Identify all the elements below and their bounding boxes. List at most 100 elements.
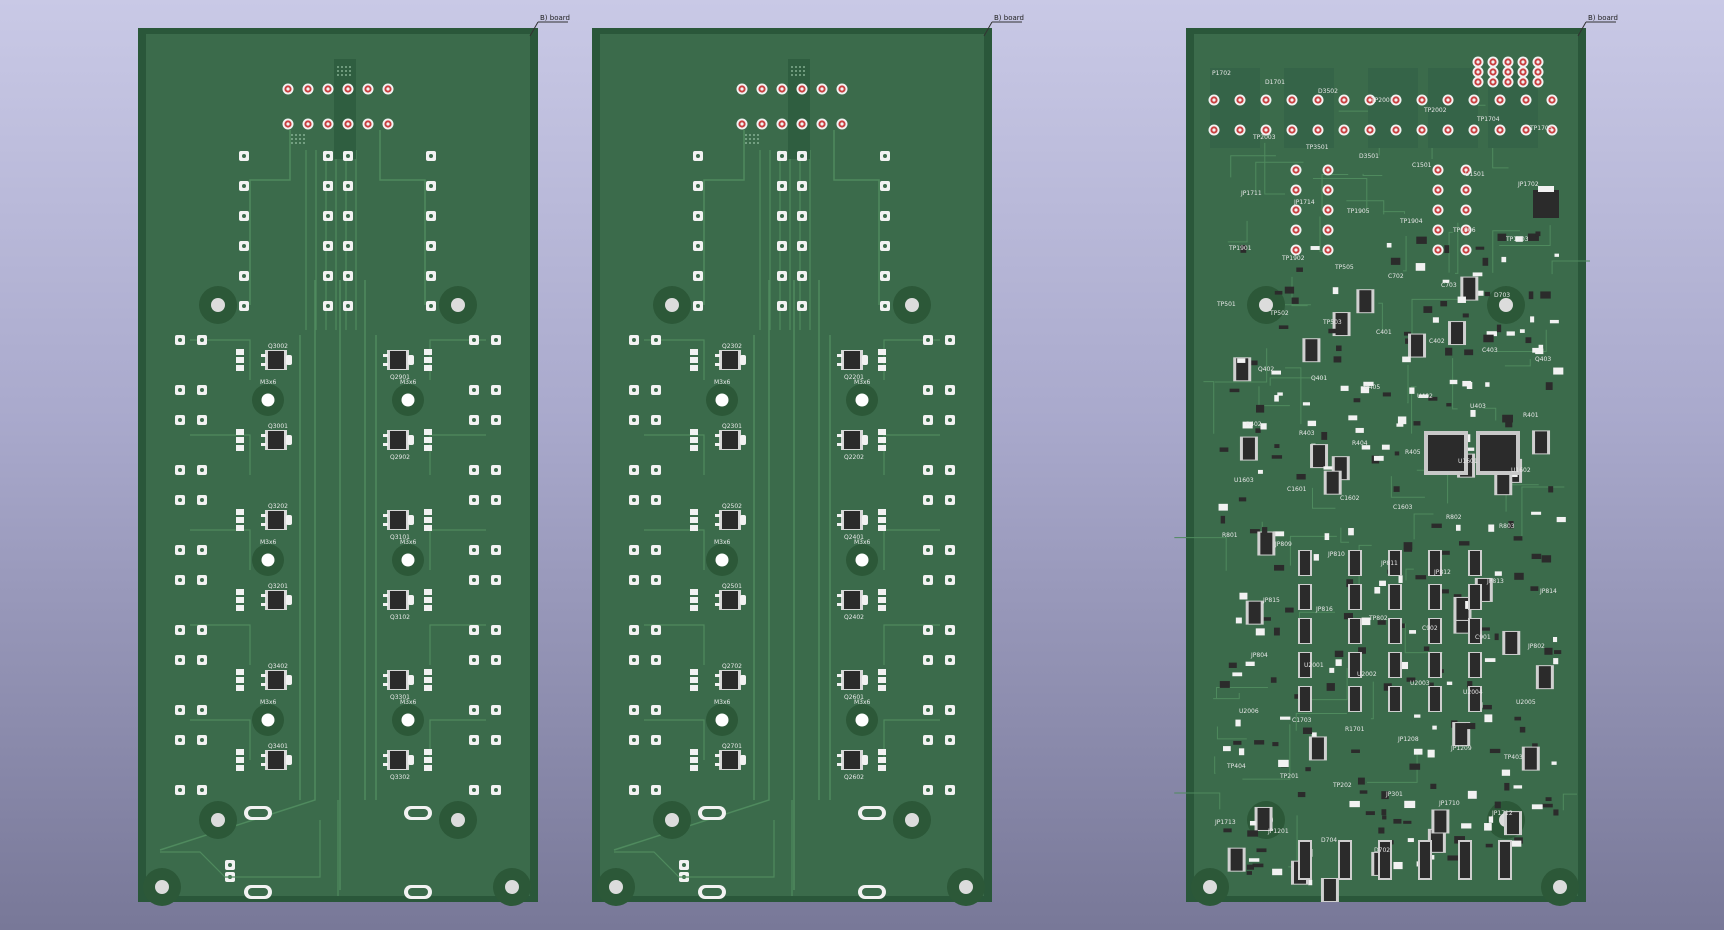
fiducial-dot [345, 70, 347, 72]
smd-component [1349, 800, 1360, 808]
via-hole [494, 498, 498, 502]
th-pad-hole [780, 122, 784, 126]
via-hole [429, 154, 433, 158]
smd-component [1255, 428, 1261, 433]
mount-hole [155, 880, 169, 894]
fiducial-dot [291, 138, 293, 140]
smd-component [1274, 444, 1280, 449]
mount-label: M3x6 [854, 699, 871, 706]
smd-pad [878, 677, 886, 683]
pcb-board-board-1[interactable]: B) boardQ3002Q2901Q3001Q2902Q3202Q3101Q3… [138, 14, 570, 906]
via-hole [472, 498, 476, 502]
transistor-ref: Q2202 [844, 454, 864, 461]
component-ref: TP2001 [1370, 97, 1394, 104]
component-ref: JP810 [1327, 551, 1345, 558]
component-ref: TP3501 [1305, 144, 1329, 151]
smd-component [1393, 818, 1402, 824]
ic-body [1323, 879, 1336, 902]
smd-pad [878, 589, 886, 595]
transistor-lead [383, 754, 388, 757]
smd-component [1273, 627, 1280, 636]
smd-component [1505, 422, 1513, 428]
pcb-board-board-2[interactable]: B) boardQ2302Q2201Q2301Q2202Q2502Q2401Q2… [592, 14, 1024, 906]
connector-footprint [334, 59, 356, 159]
smd-component [1423, 646, 1430, 651]
transistor-lead [383, 354, 388, 357]
transistor-tab [408, 755, 414, 765]
via-hole [429, 184, 433, 188]
via-hole [200, 628, 204, 632]
via-hole [242, 244, 246, 248]
smd-component [1532, 347, 1542, 353]
smd-component [1403, 547, 1413, 552]
via-hole [948, 788, 952, 792]
smd-component [1313, 554, 1319, 561]
via-hole [926, 738, 930, 742]
via-hole [654, 548, 658, 552]
transistor-body [390, 431, 406, 449]
smd-component [1332, 287, 1339, 295]
ic-body [1390, 653, 1400, 677]
transistor-lead [837, 594, 842, 597]
smd-component [1246, 871, 1253, 875]
via-hole [178, 548, 182, 552]
smd-component [1219, 447, 1229, 452]
transistor-tab [862, 355, 868, 365]
component-ref: C1501 [1412, 162, 1432, 169]
component-ref: TP501 [1216, 301, 1236, 308]
board-edge-label: B) board [1588, 14, 1618, 22]
smd-component [1348, 528, 1354, 536]
via-hole [200, 388, 204, 392]
smd-component [1272, 868, 1283, 876]
smd-component [1457, 296, 1466, 303]
transistor-ref: Q3102 [390, 614, 410, 621]
pcb-board-board-3[interactable]: B) board P1702 D1701 D3502 TP2001 TP2002 TP170… [1174, 14, 1618, 906]
component-ref: Q403 [1535, 356, 1551, 363]
transistor-lead [383, 514, 388, 517]
component-ref: TP1903 [1505, 236, 1529, 243]
transistor-lead [261, 363, 266, 366]
smd-component [1554, 650, 1562, 654]
smd-pad [690, 445, 698, 451]
component-ref: TP802 [1368, 615, 1388, 622]
pcb-scene[interactable]: B) boardQ3002Q2901Q3001Q2902Q3202Q3101Q3… [0, 0, 1724, 930]
smd-pad [236, 589, 244, 595]
component-ref: D3502 [1318, 88, 1338, 95]
smd-component [1519, 726, 1526, 733]
smd-component [1488, 816, 1494, 823]
component-ref: R402 [1246, 421, 1262, 428]
component-ref: C901 [1475, 634, 1491, 641]
smd-pad [236, 757, 244, 763]
component-ref: JP1714 [1293, 199, 1315, 206]
slot-hole [248, 809, 268, 817]
smd-pad [878, 525, 886, 531]
component-ref: JP1711 [1240, 190, 1262, 197]
th-pad-hole [386, 87, 390, 91]
smd-pad [236, 677, 244, 683]
transistor-tab [286, 595, 292, 605]
smd-component [1481, 627, 1490, 631]
transistor-tab [408, 435, 414, 445]
fiducial-dot [799, 74, 801, 76]
smd-component [1335, 659, 1342, 666]
component-ref: JP804 [1250, 652, 1268, 659]
ic-body [1430, 585, 1440, 609]
fiducial-dot [791, 70, 793, 72]
via-hole [178, 418, 182, 422]
fiducial-dot [299, 142, 301, 144]
mount-label: M3x6 [400, 699, 417, 706]
smd-component [1466, 381, 1473, 390]
th-pad-hole [1238, 98, 1242, 102]
ic-body [1340, 842, 1350, 878]
th-pad-hole [1498, 128, 1502, 132]
transistor-lead [383, 443, 388, 446]
smd-component [1401, 661, 1409, 670]
component-ref: D1701 [1265, 79, 1285, 86]
transistor-tab [286, 355, 292, 365]
3d-viewer-canvas[interactable]: B) board Q3002 Q2901 Q3001 Q2902 Q3202 Q3101 Q3… [0, 0, 1724, 930]
smd-pad [690, 597, 698, 603]
transistor-tab [286, 515, 292, 525]
smd-component [1494, 571, 1502, 576]
via-hole [632, 468, 636, 472]
component-ref: R404 [1352, 440, 1368, 447]
